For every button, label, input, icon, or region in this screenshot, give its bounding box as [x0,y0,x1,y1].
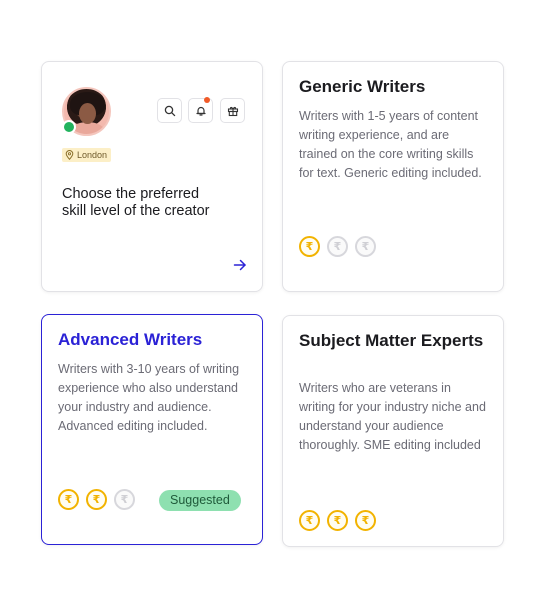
rupee-coin-icon: ₹ [86,489,107,510]
suggested-badge: Suggested [159,490,241,511]
rupee-coin-icon: ₹ [299,236,320,257]
notification-button[interactable] [188,97,213,123]
tier-description: Writers with 1-5 years of content writin… [299,109,482,180]
notification-badge [204,97,210,103]
rupee-coin-icon: ₹ [114,489,135,510]
rupee-coin-icon: ₹ [299,510,320,531]
price-level: ₹ ₹ ₹ [58,489,135,510]
location-badge: London [62,148,112,162]
tier-title: Subject Matter Experts [299,331,484,350]
search-icon [164,105,175,116]
rupee-coin-icon: ₹ [327,510,348,531]
search-button[interactable] [157,98,182,123]
tier-description: Writers who are veterans in writing for … [299,381,486,452]
gift-button[interactable] [220,98,245,123]
card-headline: Choose the preferred skill level of the … [62,186,210,219]
location-pin-icon [65,150,74,160]
tier-card-sme[interactable]: Subject Matter Experts Writers who are v… [282,315,504,547]
tier-card-advanced[interactable]: Advanced Writers Writers with 3-10 years… [41,314,263,545]
rupee-coin-icon: ₹ [327,236,348,257]
price-level: ₹ ₹ ₹ [299,510,376,531]
profile-card: London Choose the preferred skill level … [41,61,263,292]
rupee-coin-icon: ₹ [58,489,79,510]
tier-title: Generic Writers [299,77,426,96]
arrow-right-icon [233,259,246,271]
location-label: London [77,150,108,160]
notification-icon [195,106,206,116]
next-button[interactable] [232,257,248,273]
tier-title: Advanced Writers [58,330,203,349]
online-status-dot [62,120,76,134]
tier-description: Writers with 3-10 years of writing exper… [58,362,240,433]
tier-card-generic[interactable]: Generic Writers Writers with 1-5 years o… [282,61,504,292]
price-level: ₹ ₹ ₹ [299,236,376,257]
gift-icon [227,106,238,116]
rupee-coin-icon: ₹ [355,510,376,531]
rupee-coin-icon: ₹ [355,236,376,257]
